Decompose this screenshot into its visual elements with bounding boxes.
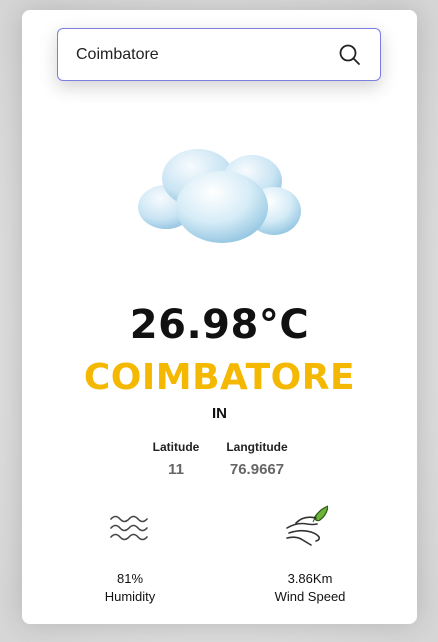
temperature: 26.98°C bbox=[129, 302, 310, 348]
humidity-value: 81% bbox=[116, 571, 144, 586]
city-name: COIMBATORE bbox=[83, 357, 356, 398]
waves-icon bbox=[110, 515, 148, 541]
wind-speed-label: Wind Speed bbox=[274, 589, 346, 604]
search-icon bbox=[339, 44, 360, 65]
search-input[interactable] bbox=[76, 43, 326, 67]
longitude-value: 76.9667 bbox=[229, 461, 285, 478]
cloud-icon bbox=[138, 149, 301, 243]
humidity-label: Humidity bbox=[104, 589, 156, 604]
wind-speed-value: 3.86Km bbox=[287, 571, 333, 586]
latitude-value: 11 bbox=[168, 461, 184, 478]
search-bar bbox=[57, 28, 381, 81]
wind-icon bbox=[286, 505, 328, 546]
country-code: IN bbox=[212, 405, 227, 422]
latitude-label: Latitude bbox=[152, 440, 200, 454]
weather-card: 26.98°C COIMBATORE IN Latitude 11 Langti… bbox=[22, 10, 417, 624]
search-button[interactable] bbox=[338, 43, 362, 67]
longitude-label: Langtitude bbox=[226, 440, 288, 454]
